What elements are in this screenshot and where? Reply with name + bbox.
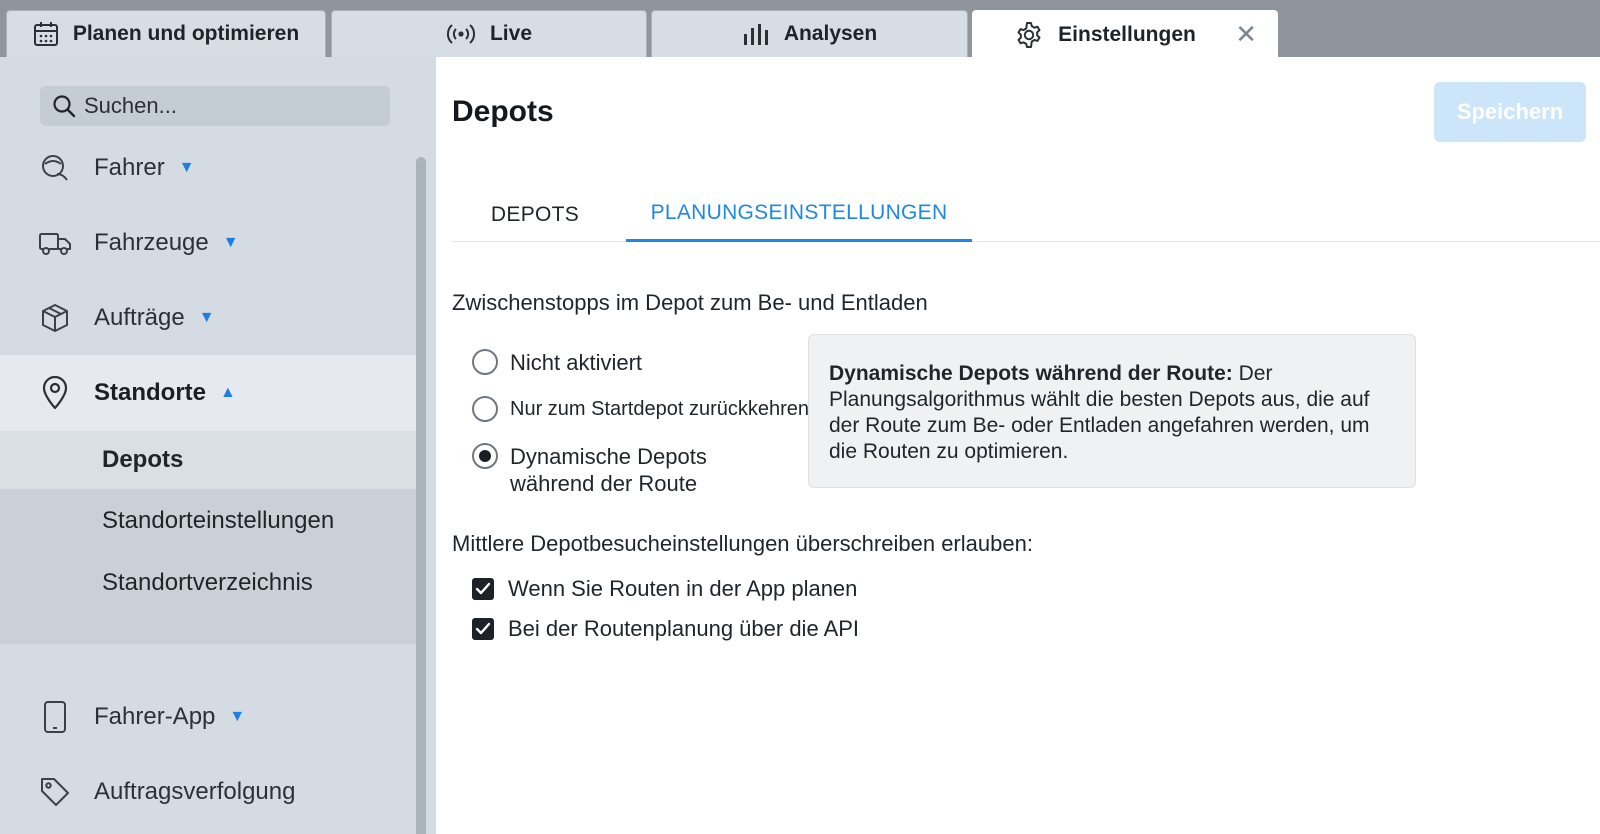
checkbox-checked[interactable] — [472, 578, 494, 600]
tag-icon — [38, 775, 72, 809]
section-heading: Zwischenstopps im Depot zum Be- und Entl… — [452, 290, 928, 315]
tab-label: Einstellungen — [1058, 23, 1196, 46]
radio-nicht-aktiviert[interactable]: Nicht aktiviert — [472, 349, 642, 376]
sidebar-subitem-depots[interactable]: Depots — [0, 431, 426, 489]
sidebar-item-label: Auftragsverfolgung — [94, 778, 296, 805]
search-icon — [53, 95, 76, 118]
checkmark-icon — [475, 622, 491, 635]
package-icon — [38, 301, 72, 335]
radio-button-selected[interactable] — [472, 443, 498, 469]
sidebar-subitem-label: Depots — [102, 446, 184, 473]
checkbox-label: Wenn Sie Routen in der App planen — [508, 576, 858, 601]
sidebar-scrollbar[interactable] — [416, 157, 426, 834]
bar-chart-icon — [743, 24, 768, 45]
radio-button[interactable] — [472, 396, 498, 422]
radio-nur-startdepot[interactable]: Nur zum Startdepot zurückkehren — [472, 396, 809, 423]
tab-label: PLANUNGSEINSTELLUNGEN — [650, 201, 948, 224]
location-pin-icon — [38, 376, 72, 410]
tab-depots[interactable]: DEPOTS — [452, 187, 618, 242]
tab-label: DEPOTS — [490, 202, 580, 226]
caret-down-icon: ▼ — [229, 708, 246, 725]
settings-panel: Depots Speichern DEPOTS PLANUNGSEINSTELL… — [436, 57, 1600, 834]
radio-label: Nur zum Startdepot zurückkehren — [510, 398, 810, 420]
sidebar-item-label: Fahrzeuge — [94, 229, 209, 256]
sidebar-subitem-label: Standorteinstellungen — [102, 507, 335, 534]
info-tooltip: Dynamische Depots während der Route: Der… — [808, 334, 1416, 488]
radio-label: Nicht aktiviert — [510, 350, 643, 375]
sidebar-subitem-standorteinstellungen[interactable]: Standorteinstellungen — [0, 492, 426, 550]
sidebar-item-label: Fahrer-App — [94, 703, 216, 730]
phone-icon — [38, 700, 72, 734]
radio-label-line1: Dynamische Depots — [510, 444, 707, 469]
sidebar-item-fahrer-app[interactable]: Fahrer-App ▼ — [0, 679, 426, 755]
save-button[interactable]: Speichern — [1434, 82, 1586, 142]
caret-down-icon: ▼ — [178, 159, 195, 176]
sidebar: Suchen... Fahrer ▼ Fahrzeuge ▼ Aufträge … — [0, 57, 426, 834]
sidebar-item-auftraege[interactable]: Aufträge ▼ — [0, 280, 426, 356]
settings-tabs: DEPOTS PLANUNGSEINSTELLUNGEN — [452, 187, 1600, 242]
checkbox-api-planning[interactable]: Bei der Routenplanung über die API — [472, 616, 859, 642]
truck-icon — [38, 226, 72, 260]
page-title: Depots — [452, 95, 554, 128]
sidebar-subitem-standortverzeichnis[interactable]: Standortverzeichnis — [0, 554, 426, 612]
tab-label: Planen und optimieren — [72, 22, 300, 45]
override-label: Mittlere Depotbesucheinstellungen übersc… — [452, 531, 1033, 556]
sidebar-item-auftragsverfolgung[interactable]: Auftragsverfolgung — [0, 754, 426, 830]
search-input[interactable]: Suchen... — [40, 86, 390, 126]
checkmark-icon — [475, 582, 491, 595]
radio-dot — [479, 450, 491, 462]
tab-einstellungen[interactable]: Einstellungen ✕ — [972, 10, 1278, 59]
tab-label: Analysen — [783, 22, 878, 45]
radio-dynamische-depots[interactable]: Dynamische Depots während der Route — [472, 443, 707, 497]
tab-analysen[interactable]: Analysen — [651, 10, 968, 57]
tab-planungseinstellungen[interactable]: PLANUNGSEINSTELLUNGEN — [626, 187, 972, 242]
tab-label: Live — [489, 22, 533, 45]
caret-up-icon: ▲ — [220, 384, 236, 401]
search-placeholder: Suchen... — [84, 93, 177, 118]
sidebar-item-label: Aufträge — [94, 304, 185, 331]
calendar-icon — [33, 22, 58, 46]
broadcast-icon — [446, 24, 476, 44]
close-icon[interactable]: ✕ — [1235, 21, 1257, 47]
standorte-submenu: Depots Standorteinstellungen Standortver… — [0, 431, 426, 644]
sidebar-item-standorte[interactable]: Standorte ▲ — [0, 355, 426, 431]
info-title: Dynamische Depots während der Route: — [829, 362, 1233, 385]
sidebar-subitem-label: Standortverzeichnis — [102, 569, 313, 596]
caret-down-icon: ▼ — [222, 234, 239, 251]
checkbox-label: Bei der Routenplanung über die API — [508, 616, 860, 641]
gear-icon — [1017, 22, 1041, 48]
radio-button[interactable] — [472, 349, 498, 375]
radio-label: Dynamische Depots während der Route — [510, 443, 707, 497]
driver-icon — [38, 151, 72, 185]
tab-planen[interactable]: Planen und optimieren — [6, 10, 326, 57]
checkbox-checked[interactable] — [472, 618, 494, 640]
sidebar-item-fahrer[interactable]: Fahrer ▼ — [0, 130, 426, 206]
tab-live[interactable]: Live — [331, 10, 647, 57]
top-tab-bar: Planen und optimieren Live Analysen Eins… — [0, 0, 1600, 59]
radio-label-line2: während der Route — [510, 471, 698, 496]
sidebar-item-label: Standorte — [94, 379, 207, 406]
sidebar-item-label: Fahrer — [94, 154, 165, 181]
checkbox-app-planning[interactable]: Wenn Sie Routen in der App planen — [472, 576, 857, 602]
sidebar-item-fahrzeuge[interactable]: Fahrzeuge ▼ — [0, 205, 426, 281]
caret-down-icon: ▼ — [198, 309, 215, 326]
